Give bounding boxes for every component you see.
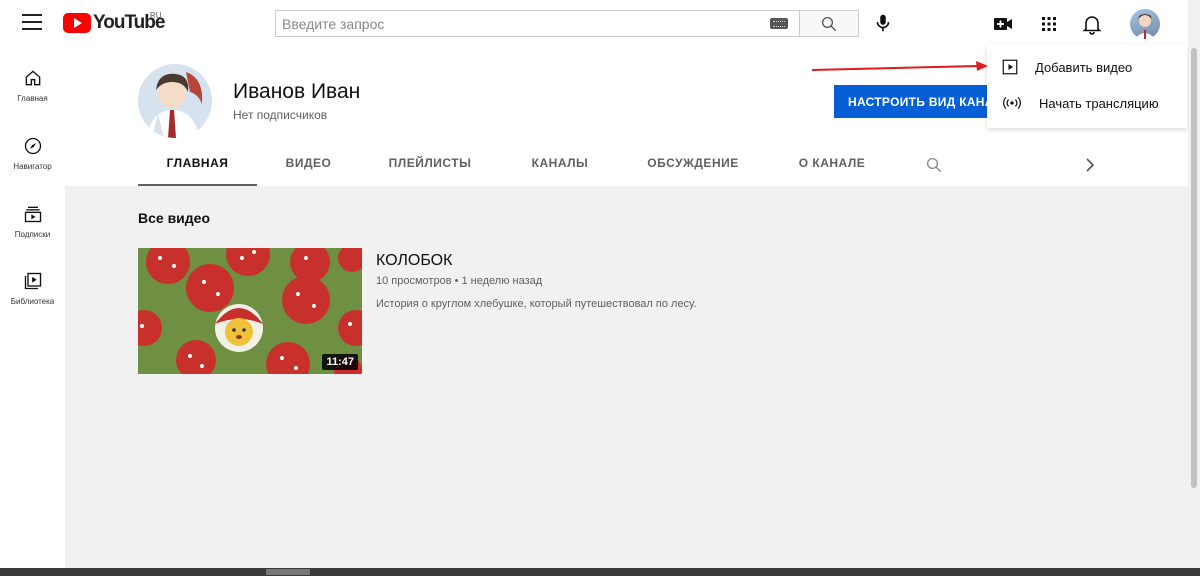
tab-channels[interactable]: КАНАЛЫ <box>522 144 598 186</box>
create-menu: Добавить видео Начать трансляцию <box>987 44 1187 128</box>
subscriptions-icon <box>24 206 41 223</box>
chevron-right-icon[interactable] <box>1082 156 1098 174</box>
video-thumbnail[interactable]: 11:47 <box>138 248 362 374</box>
play-logo-icon <box>63 13 91 33</box>
notifications-bell-icon[interactable] <box>1080 12 1104 36</box>
tab-about[interactable]: О КАНАЛЕ <box>787 144 877 186</box>
account-avatar[interactable] <box>1130 9 1160 39</box>
sidebar: Главная Навигатор Подписки Библиотека <box>0 48 65 576</box>
search-input[interactable] <box>275 10 799 37</box>
channel-avatar-image <box>138 64 212 138</box>
top-bar: YouTube RU <box>0 0 1200 48</box>
subscriber-count: Нет подписчиков <box>233 108 328 122</box>
sidebar-item-label: Главная <box>17 94 48 103</box>
vertical-scrollbar[interactable] <box>1188 0 1200 576</box>
channel-avatar[interactable] <box>138 64 212 138</box>
video-duration: 11:47 <box>322 354 358 370</box>
tab-home[interactable]: ГЛАВНАЯ <box>138 144 257 186</box>
region-label: RU <box>150 11 162 20</box>
upload-video-icon <box>1002 59 1018 75</box>
create-video-icon[interactable] <box>991 12 1015 36</box>
sidebar-item-label: Библиотека <box>10 297 55 306</box>
horizontal-scrollbar-thumb[interactable] <box>266 569 310 575</box>
section-title: Все видео <box>138 210 211 226</box>
video-description: История о круглом хлебушке, который путе… <box>376 298 697 310</box>
vertical-scrollbar-thumb[interactable] <box>1191 48 1197 488</box>
channel-name: Иванов Иван <box>233 80 361 103</box>
tab-playlists[interactable]: ПЛЕЙЛИСТЫ <box>380 144 480 186</box>
tab-discussion[interactable]: ОБСУЖДЕНИЕ <box>638 144 748 186</box>
sidebar-item-library[interactable]: Библиотека <box>0 271 65 331</box>
video-title[interactable]: КОЛОБОК <box>376 252 452 270</box>
menu-item-label: Начать трансляцию <box>1039 95 1159 111</box>
avatar-image <box>1135 14 1155 39</box>
search-icon <box>821 16 837 31</box>
sidebar-item-subscriptions[interactable]: Подписки <box>0 204 65 264</box>
live-broadcast-icon <box>1003 96 1021 110</box>
sidebar-item-home[interactable]: Главная <box>0 68 65 128</box>
search-bar <box>275 10 859 37</box>
annotation-arrow <box>811 61 988 71</box>
horizontal-scrollbar[interactable] <box>0 568 1200 576</box>
compass-icon <box>24 137 41 155</box>
apps-grid-icon[interactable] <box>1037 12 1061 36</box>
menu-item-label: Добавить видео <box>1035 59 1133 75</box>
home-icon <box>25 70 40 86</box>
menu-item-upload-video[interactable]: Добавить видео <box>987 49 1187 85</box>
channel-search-icon[interactable] <box>925 156 943 174</box>
menu-item-go-live[interactable]: Начать трансляцию <box>987 85 1187 121</box>
customize-channel-button[interactable]: НАСТРОИТЬ ВИД КАНАЛА <box>834 85 994 118</box>
library-icon <box>24 272 41 290</box>
menu-hamburger-icon[interactable] <box>22 14 42 32</box>
video-meta: 10 просмотров • 1 неделю назад <box>376 275 543 287</box>
sidebar-item-explore[interactable]: Навигатор <box>0 136 65 196</box>
tab-videos[interactable]: ВИДЕО <box>276 144 341 186</box>
search-button[interactable] <box>799 10 859 37</box>
microphone-icon[interactable] <box>872 12 894 34</box>
keyboard-icon[interactable] <box>770 18 788 29</box>
sidebar-item-label: Подписки <box>14 230 51 239</box>
sidebar-item-label: Навигатор <box>13 162 52 171</box>
